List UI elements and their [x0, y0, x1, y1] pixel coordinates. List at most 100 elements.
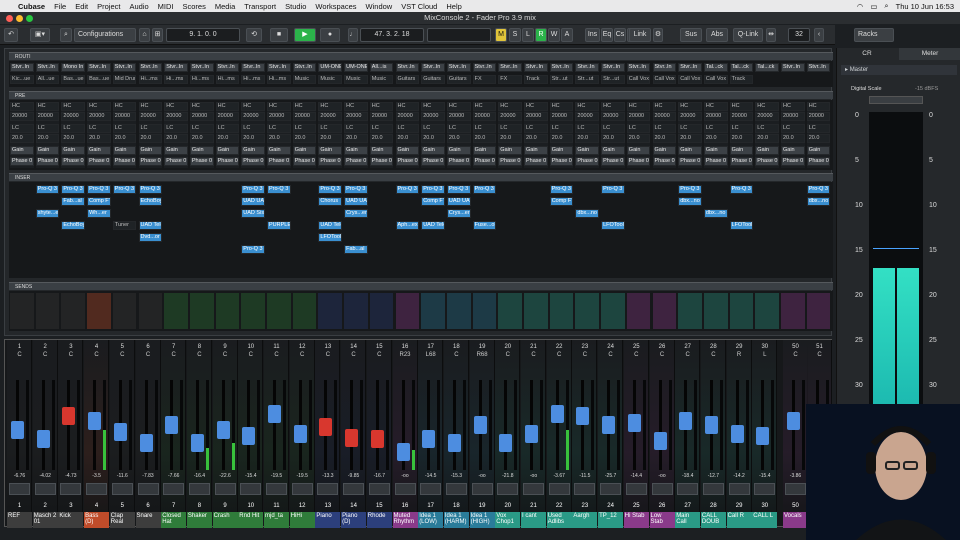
menu-vst-cloud[interactable]: VST Cloud	[401, 2, 437, 11]
high-cut-filter[interactable]: HC	[729, 102, 754, 111]
phase-slot[interactable]: Phase 0	[601, 157, 625, 166]
low-cut-filter[interactable]: LC	[241, 124, 265, 133]
fader-handle[interactable]	[422, 429, 436, 448]
routing-output-slot[interactable]: FX	[498, 75, 522, 84]
high-cut-value[interactable]: 20000	[446, 112, 471, 121]
phase-slot[interactable]: Phase 0	[678, 157, 702, 166]
low-cut-value[interactable]: 20.0	[472, 134, 497, 143]
phase-slot[interactable]: Phase 0	[549, 157, 574, 166]
high-cut-value[interactable]: 20000	[344, 112, 368, 121]
routing-output-slot[interactable]: Guitars	[446, 75, 471, 84]
high-cut-value[interactable]: 20000	[267, 112, 291, 121]
low-cut-value[interactable]: 20.0	[729, 134, 754, 143]
routing-input-slot[interactable]: Mono In	[61, 63, 86, 72]
menu-project[interactable]: Project	[97, 2, 120, 11]
routing-input-slot[interactable]: UM-ONE	[318, 63, 343, 72]
high-cut-value[interactable]: 20000	[138, 112, 163, 121]
pan-value[interactable]: C	[444, 352, 469, 358]
low-cut-value[interactable]: 20.0	[10, 134, 34, 143]
volume-value[interactable]: -oo	[650, 473, 675, 479]
high-cut-filter[interactable]: HC	[241, 102, 265, 111]
fader-handle[interactable]	[268, 405, 281, 424]
insert-slot[interactable]: Dvd...or	[138, 233, 163, 242]
phase-slot[interactable]: Phase 0	[318, 157, 343, 166]
pan-value[interactable]: C	[84, 352, 109, 358]
send-slot-column[interactable]	[369, 293, 394, 329]
channel-name[interactable]: Idea 1 (HARM)	[443, 512, 469, 528]
gain-slot[interactable]: Gain	[652, 146, 677, 155]
routing-input-slot[interactable]: Stvr..In	[446, 63, 471, 72]
routing-input-slot[interactable]: Stvr..In	[215, 63, 240, 72]
pan-value[interactable]: C	[238, 352, 263, 358]
low-cut-value[interactable]: 20.0	[215, 134, 240, 143]
tab-control-room[interactable]: CR	[837, 48, 897, 60]
mute-solo-buttons[interactable]	[86, 483, 108, 495]
high-cut-value[interactable]: 20000	[164, 112, 188, 121]
pan-value[interactable]: C	[783, 352, 808, 358]
low-cut-value[interactable]: 20.0	[498, 134, 522, 143]
insert-slot[interactable]: Fab...al	[344, 245, 368, 254]
pan-value[interactable]: C	[675, 352, 700, 358]
high-cut-filter[interactable]: HC	[755, 102, 779, 111]
fader-track[interactable]	[247, 380, 251, 470]
q-link-button[interactable]: Q-Link	[733, 28, 763, 42]
low-cut-filter[interactable]: LC	[112, 124, 137, 133]
low-cut-filter[interactable]: LC	[369, 124, 394, 133]
send-slot-column[interactable]	[395, 293, 420, 329]
high-cut-filter[interactable]: HC	[575, 102, 600, 111]
routing-input-slot[interactable]: Stvr..In	[806, 63, 831, 72]
channel-name[interactable]: mjd_ta	[264, 512, 289, 528]
high-cut-value[interactable]: 20000	[395, 112, 420, 121]
volume-value[interactable]: -15.4	[752, 473, 777, 479]
pre-rack-header[interactable]: PRE	[9, 91, 833, 99]
wifi-icon[interactable]: ◠	[857, 2, 864, 11]
read-automation-button[interactable]: R	[535, 28, 547, 42]
send-slot-column[interactable]	[241, 293, 265, 329]
channel-name[interactable]: Used Adlibs	[546, 512, 572, 528]
low-cut-filter[interactable]: LC	[35, 124, 60, 133]
menu-transport[interactable]: Transport	[244, 2, 276, 11]
high-cut-value[interactable]: 20000	[241, 112, 265, 121]
racks-dropdown[interactable]: Racks	[854, 28, 894, 42]
low-cut-value[interactable]: 20.0	[755, 134, 779, 143]
routing-input-slot[interactable]: Stvr..In	[395, 63, 420, 72]
gain-slot[interactable]: Gain	[446, 146, 471, 155]
gain-slot[interactable]: Gain	[703, 146, 728, 155]
routing-rack-header[interactable]: ROUTI	[9, 52, 833, 60]
mute-solo-buttons[interactable]	[548, 483, 570, 495]
channel-name[interactable]: Muted Rhythm	[392, 512, 418, 528]
low-cut-filter[interactable]: LC	[215, 124, 240, 133]
high-cut-value[interactable]: 20000	[729, 112, 754, 121]
fader-track[interactable]	[555, 380, 559, 470]
phase-slot[interactable]: Phase 0	[189, 157, 214, 166]
insert-slot[interactable]: Pro-Q 3	[395, 185, 420, 194]
channel-name[interactable]: Idea 1 (LOW)	[418, 512, 444, 528]
gain-slot[interactable]: Gain	[61, 146, 86, 155]
gain-slot[interactable]: Gain	[421, 146, 445, 155]
volume-value[interactable]: -18.4	[675, 473, 700, 479]
channel-name[interactable]: Clap Real	[109, 512, 135, 528]
volume-value[interactable]: -3.67	[547, 473, 572, 479]
fader-handle[interactable]	[602, 416, 616, 434]
routing-input-slot[interactable]: Stvr..In	[241, 63, 265, 72]
channel-name[interactable]: CALL DOUB	[700, 512, 726, 528]
pan-value[interactable]: C	[33, 352, 58, 358]
routing-output-slot[interactable]: Music	[369, 75, 394, 84]
phase-slot[interactable]: Phase 0	[61, 157, 86, 166]
routing-input-slot[interactable]: Stvr..In	[35, 63, 60, 72]
insert-slot[interactable]: UAD UA	[241, 197, 265, 206]
menu-file[interactable]: File	[54, 2, 66, 11]
phase-slot[interactable]: Phase 0	[292, 157, 317, 166]
routing-output-slot[interactable]: Call Vox	[626, 75, 651, 84]
inserts-rack-header[interactable]: INSER	[9, 173, 833, 181]
high-cut-filter[interactable]: HC	[781, 102, 805, 111]
fader-handle[interactable]	[787, 411, 800, 430]
insert-slot[interactable]: Crys...er	[446, 209, 471, 218]
menu-help[interactable]: Help	[446, 2, 461, 11]
high-cut-filter[interactable]: HC	[549, 102, 574, 111]
phase-slot[interactable]: Phase 0	[215, 157, 240, 166]
high-cut-filter[interactable]: HC	[61, 102, 86, 111]
routing-output-slot[interactable]: Hi...ms	[189, 75, 214, 84]
pan-value[interactable]: L68	[418, 352, 443, 358]
low-cut-filter[interactable]: LC	[87, 124, 111, 133]
